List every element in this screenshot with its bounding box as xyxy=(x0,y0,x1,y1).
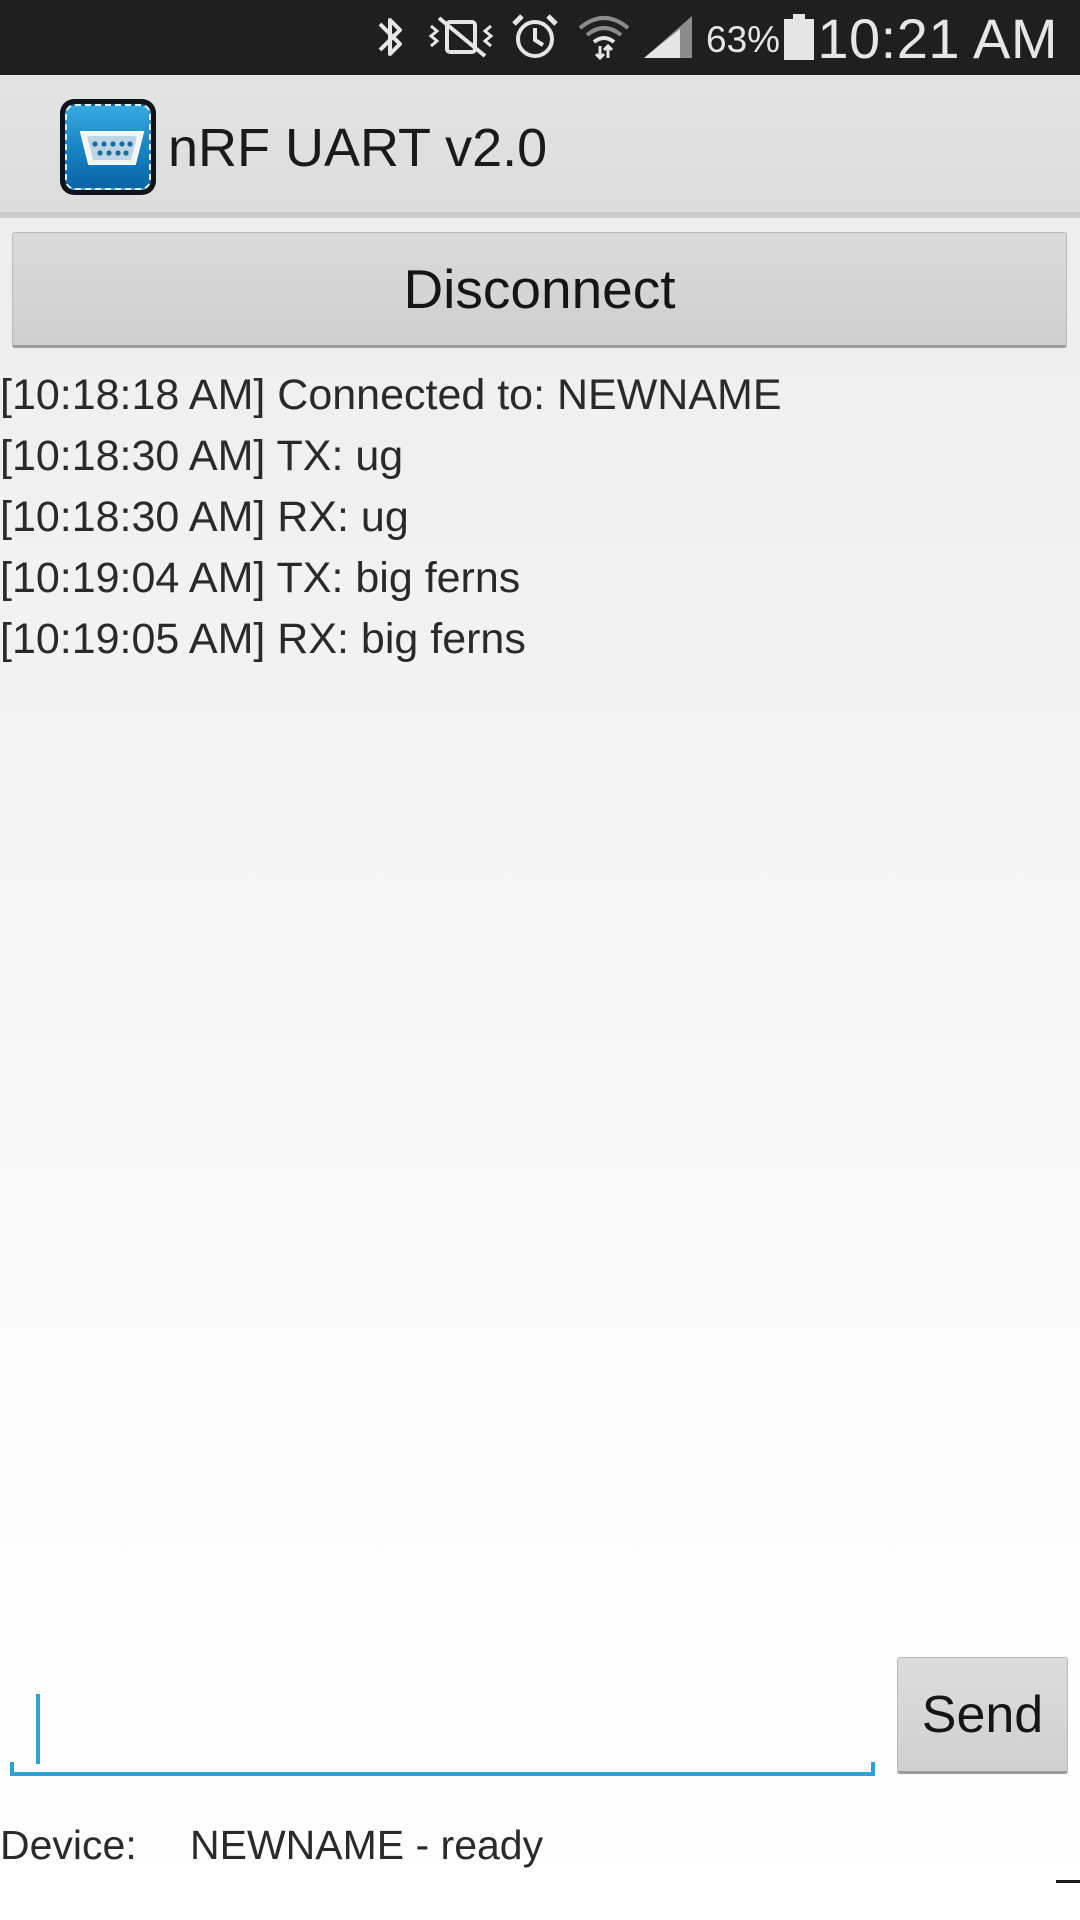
app-title: nRF UART v2.0 xyxy=(168,118,548,178)
input-underline xyxy=(10,1762,875,1776)
log-entry: [10:18:18 AM] Connected to: NEWNAME xyxy=(0,371,782,419)
device-status: NEWNAME - ready xyxy=(190,1822,544,1868)
disconnect-button[interactable]: Disconnect xyxy=(12,232,1067,348)
app-icon xyxy=(60,99,156,195)
log-entry: [10:18:30 AM] RX: ug xyxy=(0,493,409,541)
status-clock: 10:21 AM xyxy=(817,7,1058,70)
action-bar: nRF UART v2.0 xyxy=(0,75,1080,218)
log-entry: [10:19:04 AM] TX: big ferns xyxy=(0,554,521,602)
alarm-icon xyxy=(512,14,558,58)
signal-icon xyxy=(644,16,692,58)
mute-icon xyxy=(428,16,494,58)
corner-mark xyxy=(1056,1880,1080,1883)
text-cursor xyxy=(36,1694,40,1764)
message-input[interactable] xyxy=(10,1660,875,1776)
status-bar: 63% 10:21 AM xyxy=(0,0,1080,75)
serial-port-icon xyxy=(79,131,145,165)
device-label: Device: xyxy=(0,1822,137,1868)
message-input-container xyxy=(10,1660,875,1776)
message-log: [10:18:18 AM] Connected to: NEWNAME [10:… xyxy=(0,365,1080,670)
bluetooth-icon xyxy=(378,18,402,56)
send-button[interactable]: Send xyxy=(897,1657,1068,1774)
battery-icon xyxy=(784,14,814,60)
log-entry: [10:19:05 AM] RX: big ferns xyxy=(0,615,526,663)
battery-percent: 63% xyxy=(706,19,781,60)
wifi-icon xyxy=(578,16,630,61)
log-entry: [10:18:30 AM] TX: ug xyxy=(0,432,404,480)
